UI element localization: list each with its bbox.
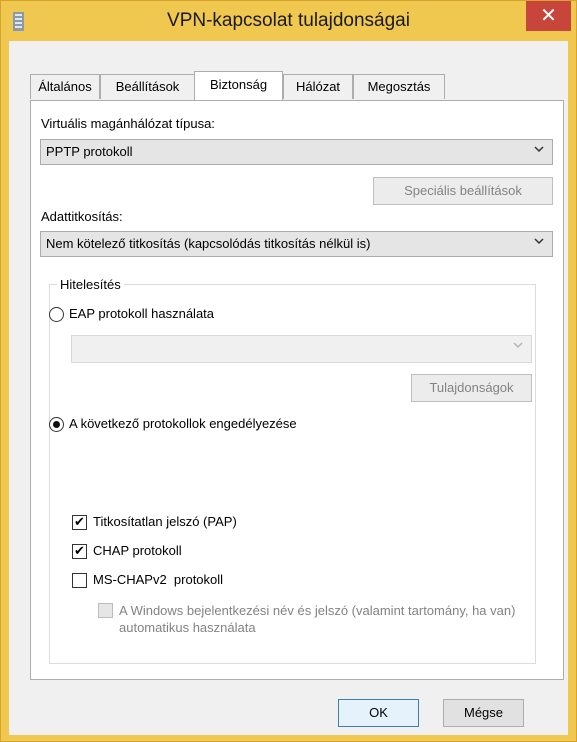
checkmark-icon: ✔ bbox=[74, 515, 85, 530]
eap-properties-button[interactable]: Tulajdonságok bbox=[411, 374, 532, 402]
window-title: VPN-kapcsolat tulajdonságai bbox=[167, 10, 410, 31]
eap-method-select[interactable] bbox=[71, 335, 532, 363]
allow-protocols-label[interactable]: A következő protokollok engedélyezése bbox=[69, 416, 297, 431]
close-button[interactable]: ✕ bbox=[526, 1, 571, 31]
tab-label: Hálózat bbox=[295, 79, 341, 94]
ok-button[interactable]: OK bbox=[338, 699, 419, 727]
chap-label[interactable]: CHAP protokoll bbox=[93, 543, 182, 558]
security-tab-page: Virtuális magánhálózat típusa: PPTP prot… bbox=[30, 100, 564, 680]
advanced-settings-button[interactable]: Speciális beállítások bbox=[373, 177, 553, 205]
pap-checkbox[interactable]: ✔ bbox=[72, 515, 87, 530]
cancel-button[interactable]: Mégse bbox=[443, 699, 524, 727]
tab-label: Biztonság bbox=[209, 77, 268, 92]
encryption-label: Adattitkosítás: bbox=[41, 209, 123, 224]
checkmark-icon: ✔ bbox=[74, 544, 85, 559]
title-bar[interactable]: VPN-kapcsolat tulajdonságai ✕ bbox=[1, 1, 576, 41]
windows-logon-checkbox[interactable] bbox=[98, 603, 113, 618]
authentication-group-title: Hitelesítés bbox=[57, 277, 124, 292]
chevron-down-icon bbox=[534, 238, 544, 245]
mschapv2-checkbox[interactable] bbox=[72, 573, 87, 588]
chevron-down-icon bbox=[534, 146, 544, 153]
tab-network[interactable]: Hálózat bbox=[283, 74, 353, 99]
encryption-value: Nem kötelező titkosítás (kapcsolódás tit… bbox=[46, 236, 371, 251]
windows-logon-label: A Windows bejelentkezési név és jelszó (… bbox=[119, 603, 516, 635]
eap-label[interactable]: EAP protokoll használata bbox=[69, 306, 214, 321]
allow-protocols-radio[interactable] bbox=[49, 417, 64, 432]
tab-security[interactable]: Biztonság bbox=[194, 71, 283, 100]
vpn-type-select[interactable]: PPTP protokoll bbox=[40, 139, 553, 165]
eap-radio[interactable] bbox=[49, 307, 64, 322]
tab-settings[interactable]: Beállítások bbox=[100, 74, 195, 99]
tab-label: Általános bbox=[38, 79, 92, 94]
vpn-type-value: PPTP protokoll bbox=[46, 144, 133, 159]
close-icon: ✕ bbox=[540, 3, 557, 27]
pap-label[interactable]: Titkosítatlan jelszó (PAP) bbox=[93, 514, 237, 529]
tab-label: Megosztás bbox=[367, 79, 431, 94]
vpn-type-label: Virtuális magánhálózat típusa: bbox=[41, 116, 215, 131]
vpn-properties-window: VPN-kapcsolat tulajdonságai ✕ Általános … bbox=[0, 0, 577, 742]
tab-general[interactable]: Általános bbox=[30, 74, 100, 99]
tab-label: Beállítások bbox=[115, 79, 180, 94]
dialog-client-area: Általános Beállítások Biztonság Hálózat … bbox=[9, 41, 568, 735]
encryption-select[interactable]: Nem kötelező titkosítás (kapcsolódás tit… bbox=[40, 231, 553, 257]
chevron-down-icon bbox=[513, 342, 523, 349]
chap-checkbox[interactable]: ✔ bbox=[72, 544, 87, 559]
mschapv2-label[interactable]: MS-CHAPv2 protokoll bbox=[93, 572, 223, 587]
tab-sharing[interactable]: Megosztás bbox=[353, 74, 445, 99]
